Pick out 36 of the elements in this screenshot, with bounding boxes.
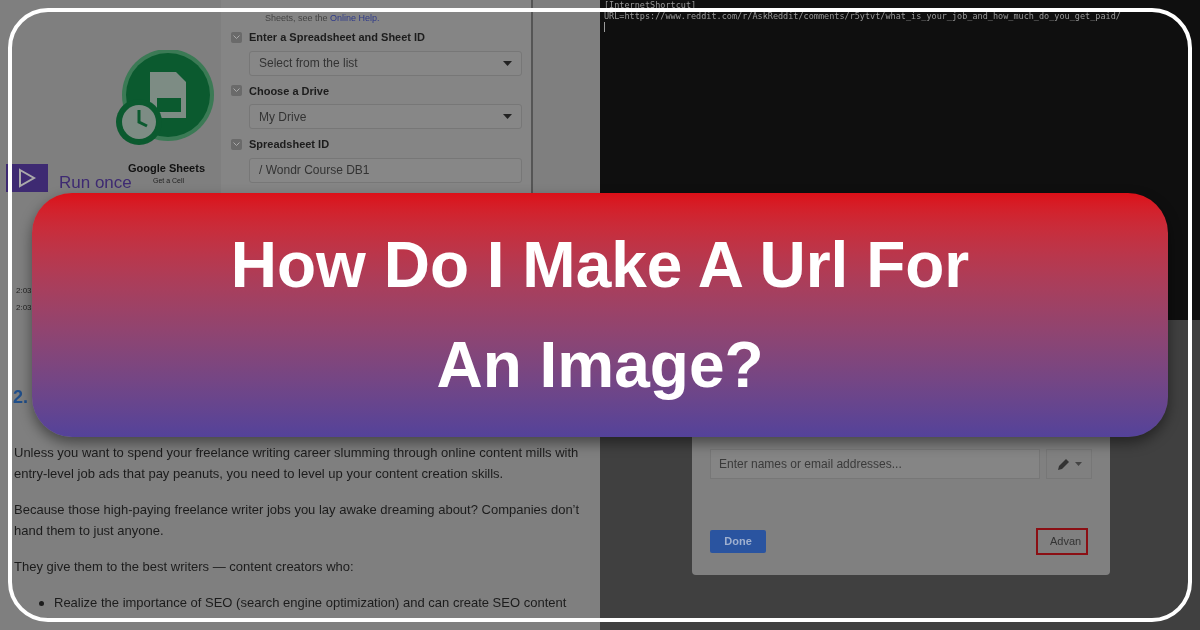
paragraph: Because those high-paying freelance writer jobs you lay awake dreaming about? Companies don’t hand them to just anyone. <box>14 501 581 540</box>
bullet-text: Realize the importance of SEO (search engine optimization) and can create SEO content <box>54 594 567 612</box>
checkmark-icon <box>233 34 240 40</box>
caret-icon <box>1075 462 1082 466</box>
field-label: Choose a Drive <box>249 83 330 99</box>
caret-icon <box>503 114 512 119</box>
checkbox[interactable] <box>231 31 242 43</box>
terminal-line: URL=https://www.reddit.com/r/AskReddit/comments/r5ytvt/what_is_your_job_and_how_much_do_you_get_paid/ <box>604 11 1122 22</box>
checkmark-icon <box>233 88 240 94</box>
checkbox[interactable] <box>231 85 242 97</box>
log-time: 2:03 <box>16 302 32 314</box>
field-label: Enter a Spreadsheet and Sheet ID <box>249 30 426 45</box>
banner-title: How Do I Make A Url For An Image? <box>229 228 971 403</box>
select-dropdown[interactable]: My Drive <box>249 104 522 129</box>
paragraph: They give them to the best writers — content creators who: <box>14 558 355 576</box>
permission-button[interactable] <box>1046 449 1092 479</box>
heading-number: 2. <box>13 386 28 409</box>
play-icon <box>18 168 36 188</box>
terminal-line: [InternetShortcut] <box>604 0 698 11</box>
caret-icon <box>503 60 512 66</box>
field-label: Spreadsheet ID <box>249 137 330 152</box>
email-input[interactable]: Enter names or email addresses... <box>710 449 1040 479</box>
text-field[interactable]: / Wondr Course DB1 <box>249 157 522 183</box>
run-button[interactable] <box>6 164 48 192</box>
advanced-button[interactable]: Advan <box>1036 528 1088 555</box>
log-time: 2:03 <box>16 285 32 297</box>
help-link[interactable]: Online Help. <box>330 13 380 23</box>
select-dropdown[interactable]: Select from the list <box>249 50 522 76</box>
checkmark-icon <box>233 141 240 147</box>
run-label: Run once <box>59 174 132 191</box>
done-button[interactable]: Done <box>710 530 766 553</box>
pencil-icon <box>1056 456 1072 472</box>
checkbox[interactable] <box>231 138 242 150</box>
module-name: Google Sheets <box>128 161 206 176</box>
paragraph: Unless you want to spend your freelance writing career slumming through online content mills with entry-level job ads that pay peanuts, you need to level up your content creation skills. <box>14 444 580 483</box>
text-cursor <box>604 22 605 32</box>
